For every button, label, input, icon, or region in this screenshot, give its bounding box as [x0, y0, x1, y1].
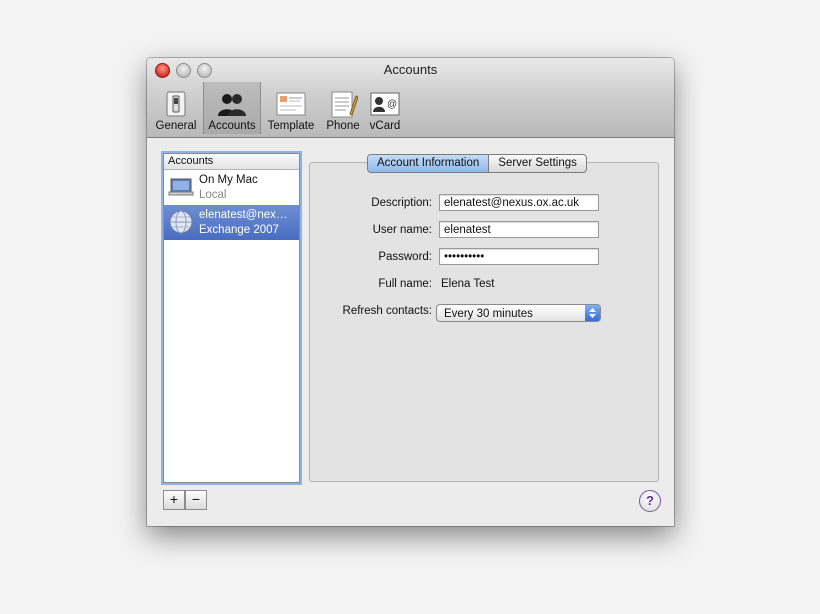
laptop-icon — [168, 178, 194, 196]
accounts-list-header: Accounts — [164, 154, 299, 170]
tab-account-information[interactable]: Account Information — [368, 155, 490, 172]
account-type: Local — [199, 189, 227, 201]
toolbar-phone[interactable]: Phone — [323, 82, 363, 134]
tab-server-settings[interactable]: Server Settings — [489, 155, 586, 172]
toolbar-accounts[interactable]: Accounts — [203, 82, 261, 134]
fullname-label: Full name: — [378, 278, 432, 290]
card-template-icon — [276, 92, 306, 116]
toolbar-template-label: Template — [267, 120, 315, 132]
title-bar: Accounts General Accounts Template Phone… — [147, 58, 674, 138]
updown-arrows-icon — [585, 305, 600, 321]
toolbar-vcard[interactable]: @ vCard — [367, 82, 403, 134]
toolbar-general[interactable]: General — [153, 82, 199, 134]
account-row-on-my-mac[interactable]: On My Mac Local — [164, 170, 299, 205]
toolbar-accounts-label: Accounts — [208, 120, 256, 132]
help-button[interactable]: ? — [639, 490, 661, 512]
preferences-window: Accounts General Accounts Template Phone… — [147, 58, 674, 526]
refresh-contacts-label: Refresh contacts: — [342, 305, 432, 317]
toolbar-vcard-label: vCard — [369, 120, 401, 132]
account-type: Exchange 2007 — [199, 224, 279, 236]
svg-text:@: @ — [387, 99, 397, 110]
add-account-button[interactable]: + — [163, 490, 185, 510]
username-label: User name: — [372, 224, 432, 236]
description-label: Description: — [371, 197, 432, 209]
switch-icon — [166, 91, 186, 117]
username-field[interactable]: elenatest — [439, 221, 599, 238]
account-name: elenatest@nex… — [199, 209, 288, 221]
account-row-exchange[interactable]: elenatest@nex… Exchange 2007 — [164, 205, 299, 240]
toolbar-phone-label: Phone — [326, 120, 360, 132]
vcard-icon: @ — [370, 92, 400, 116]
remove-account-button[interactable]: − — [185, 490, 207, 510]
globe-icon — [169, 210, 193, 234]
accounts-list[interactable]: Accounts On My Mac Local elenatest@nex… … — [163, 153, 300, 483]
password-field[interactable]: •••••••••• — [439, 248, 599, 265]
refresh-contacts-popup[interactable]: Every 30 minutes — [436, 304, 601, 322]
toolbar-general-label: General — [155, 120, 197, 132]
refresh-contacts-value: Every 30 minutes — [444, 308, 533, 320]
password-label: Password: — [378, 251, 432, 263]
window-title: Accounts — [383, 62, 438, 77]
notepad-icon — [331, 91, 358, 118]
fullname-value: Elena Test — [441, 278, 495, 290]
people-icon — [218, 94, 246, 116]
toolbar-template[interactable]: Template — [263, 82, 319, 134]
description-field[interactable]: elenatest@nexus.ox.ac.uk — [439, 194, 599, 211]
settings-tabs: Account Information Server Settings — [367, 154, 587, 173]
account-name: On My Mac — [199, 174, 258, 186]
